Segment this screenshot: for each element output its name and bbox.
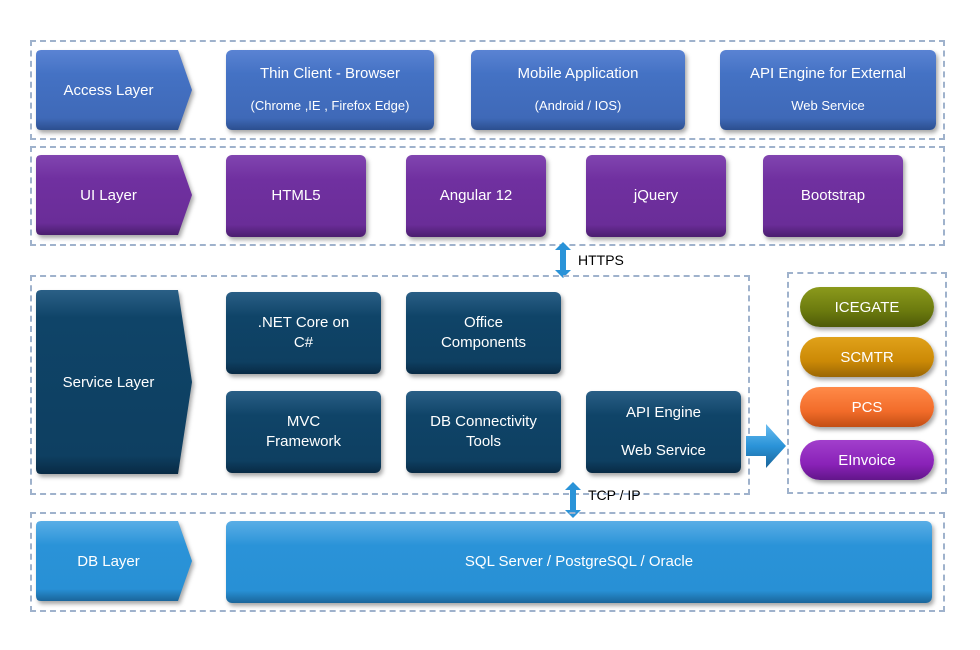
item-title: SQL Server / PostgreSQL / Oracle <box>464 553 694 570</box>
item-title-line2: Framework <box>265 433 341 450</box>
external-system-label: SCMTR <box>840 348 894 366</box>
ui-item-bootstrap: Bootstrap <box>763 155 903 237</box>
layer-title: UI Layer <box>80 186 137 204</box>
external-system-label: ICEGATE <box>834 298 900 316</box>
service-item-db-connectivity: DB Connectivity Tools <box>406 391 561 473</box>
external-system-label: EInvoice <box>838 451 896 469</box>
item-title: API Engine for External <box>750 65 906 82</box>
service-layer-label: Service Layer <box>36 290 196 474</box>
service-item-api-engine: API Engine Web Service <box>586 391 741 473</box>
layer-title: Service Layer <box>62 373 155 391</box>
external-system-einvoice: EInvoice <box>800 440 934 480</box>
connector-label: HTTPS <box>578 252 624 268</box>
item-title-line2: Components <box>440 334 527 351</box>
item-title-line2: Web Service <box>621 442 706 459</box>
access-item-api-engine-external: API Engine for External Web Service <box>720 50 936 130</box>
item-title-line2: Tools <box>465 433 502 450</box>
external-system-icegate: ICEGATE <box>800 287 934 327</box>
item-title: Bootstrap <box>800 187 866 204</box>
item-title: HTML5 <box>271 187 321 204</box>
item-title: .NET Core on <box>257 314 350 331</box>
layer-title: Access Layer <box>63 81 154 99</box>
double-arrow-vertical-icon <box>555 242 571 278</box>
access-item-thin-client: Thin Client - Browser (Chrome ,IE , Fire… <box>226 50 434 130</box>
item-title: Thin Client - Browser <box>259 65 401 82</box>
service-item-dotnet-core: .NET Core on C# <box>226 292 381 374</box>
ui-item-angular: Angular 12 <box>406 155 546 237</box>
item-title: Mobile Application <box>517 65 639 82</box>
ui-item-jquery: jQuery <box>586 155 726 237</box>
item-title: API Engine <box>625 404 702 421</box>
item-subtitle: Web Service <box>791 98 865 113</box>
access-item-mobile-app: Mobile Application (Android / IOS) <box>471 50 685 130</box>
https-connector: HTTPS <box>554 242 624 278</box>
item-title: jQuery <box>633 187 679 204</box>
item-title: MVC <box>286 413 321 430</box>
external-system-label: PCS <box>851 398 883 416</box>
item-title: DB Connectivity <box>430 413 537 430</box>
item-subtitle: (Android / IOS) <box>534 98 622 113</box>
right-arrow-icon <box>746 424 786 468</box>
db-layer-label: DB Layer <box>36 521 196 601</box>
access-layer-label: Access Layer <box>36 50 196 130</box>
external-system-pcs: PCS <box>800 387 934 427</box>
item-subtitle: (Chrome ,IE , Firefox Edge) <box>250 98 410 113</box>
ui-item-html5: HTML5 <box>226 155 366 237</box>
item-title: Angular 12 <box>439 187 513 204</box>
ui-layer-label: UI Layer <box>36 155 196 235</box>
layer-title: DB Layer <box>77 552 140 570</box>
item-title: Office <box>464 314 503 331</box>
connector-label: TCP / IP <box>588 487 641 503</box>
db-item-databases: SQL Server / PostgreSQL / Oracle <box>226 521 932 603</box>
service-item-office-components: Office Components <box>406 292 561 374</box>
service-item-mvc-framework: MVC Framework <box>226 391 381 473</box>
item-title-line2: C# <box>293 334 314 351</box>
external-system-scmtr: SCMTR <box>800 337 934 377</box>
